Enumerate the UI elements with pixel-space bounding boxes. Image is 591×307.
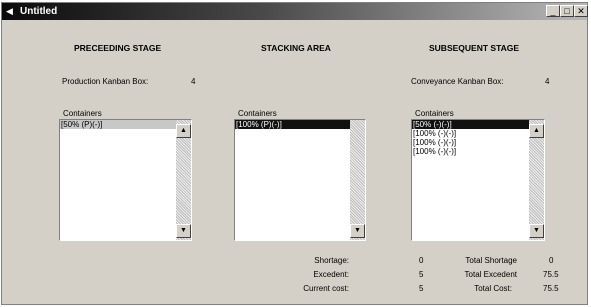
list-item[interactable]: [50% (P)(-)]: [60, 120, 176, 129]
preceding-containers-listbox[interactable]: [50% (P)(-)] ▲ ▼: [59, 119, 192, 241]
scroll-down-icon[interactable]: ▼: [529, 224, 544, 238]
total-excedent-value: 75.5: [543, 270, 559, 279]
app-window: ◀ Untitled _ □ ✕ PRECEEDING STAGE STACKI…: [1, 2, 588, 305]
total-cost-label: Total Cost:: [474, 284, 512, 293]
total-shortage-label: Total Shortage: [465, 256, 517, 265]
preceding-scrollbar[interactable]: ▲ ▼: [176, 120, 191, 240]
close-button[interactable]: ✕: [574, 5, 588, 17]
production-kanban-value: 4: [191, 77, 196, 86]
excedent-label: Excedent:: [313, 270, 349, 279]
stacking-scrollbar[interactable]: ▼: [350, 120, 365, 240]
scroll-down-icon[interactable]: ▼: [176, 224, 191, 238]
list-item[interactable]: [50% (-)(-)]: [412, 120, 529, 129]
total-shortage-value: 0: [549, 256, 554, 265]
minimize-button[interactable]: _: [546, 5, 560, 17]
scroll-up-icon[interactable]: ▲: [529, 124, 544, 138]
scroll-up-icon[interactable]: ▲: [176, 124, 191, 138]
window-title: Untitled: [20, 6, 58, 17]
current-cost-value: 5: [419, 284, 424, 293]
scroll-down-icon[interactable]: ▼: [350, 224, 365, 238]
subsequent-stage-title: SUBSEQUENT STAGE: [429, 43, 520, 53]
title-bar[interactable]: ◀ Untitled _ □ ✕: [2, 3, 588, 20]
preceding-stage-title: PRECEEDING STAGE: [74, 43, 162, 53]
total-excedent-label: Total Excedent: [464, 270, 517, 279]
stacking-containers-listbox[interactable]: [100% (P)(-)] ▼: [234, 119, 366, 241]
maximize-button[interactable]: □: [560, 5, 574, 17]
preceding-containers-label: Containers: [63, 109, 102, 118]
shortage-value: 0: [419, 256, 424, 265]
excedent-value: 5: [419, 270, 424, 279]
subsequent-scrollbar[interactable]: ▲ ▼: [529, 120, 544, 240]
conveyance-kanban-label: Conveyance Kanban Box:: [411, 77, 504, 86]
list-item[interactable]: [100% (-)(-)]: [412, 147, 529, 156]
stacking-area-title: STACKING AREA: [261, 43, 331, 53]
list-item[interactable]: [100% (P)(-)]: [235, 120, 350, 129]
app-icon: ◀: [6, 6, 13, 16]
shortage-label: Shortage:: [314, 256, 349, 265]
current-cost-label: Current cost:: [303, 284, 349, 293]
subsequent-containers-listbox[interactable]: [50% (-)(-)] [100% (-)(-)] [100% (-)(-)]…: [411, 119, 545, 241]
list-item[interactable]: [100% (-)(-)]: [412, 129, 529, 138]
production-kanban-label: Production Kanban Box:: [62, 77, 149, 86]
stacking-containers-label: Containers: [238, 109, 277, 118]
subsequent-containers-label: Containers: [415, 109, 454, 118]
conveyance-kanban-value: 4: [545, 77, 550, 86]
list-item[interactable]: [100% (-)(-)]: [412, 138, 529, 147]
total-cost-value: 75.5: [543, 284, 559, 293]
